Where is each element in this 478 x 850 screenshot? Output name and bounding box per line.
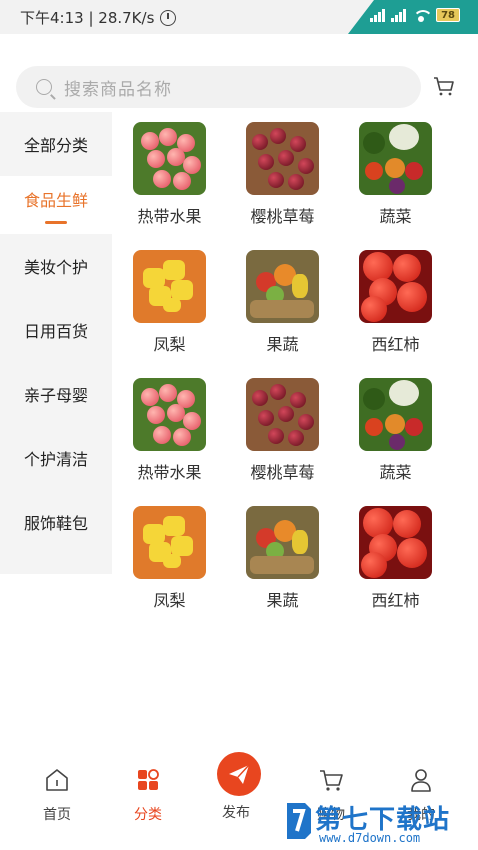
- home-icon: [46, 769, 68, 791]
- status-time: 下午4:13 | 28.7K/s: [20, 7, 177, 28]
- grid-item-tomato[interactable]: 西红柿: [339, 250, 452, 358]
- tomato-image: [359, 250, 432, 323]
- pineapple-image: [133, 250, 206, 323]
- status-bar: 下午4:13 | 28.7K/s 78: [0, 0, 478, 34]
- pineapple-image: [133, 506, 206, 579]
- sidebar-item-label: 服饰鞋包: [23, 514, 88, 533]
- status-indicators: 78: [370, 8, 460, 22]
- grid-item-label: 蔬菜: [379, 463, 412, 482]
- grid-item-tomato[interactable]: 西红柿: [339, 506, 452, 614]
- grid-item-tropical-fruit[interactable]: 热带水果: [113, 378, 226, 486]
- grid-item-pineapple[interactable]: 凤梨: [113, 506, 226, 614]
- user-icon: [411, 769, 431, 792]
- publish-button[interactable]: [217, 752, 261, 796]
- sidebar-item-label: 美妆个护: [23, 258, 88, 277]
- sidebar-item-label: 亲子母婴: [23, 386, 88, 405]
- watermark-logo-icon: [287, 803, 311, 839]
- grid-item-vegetables[interactable]: 蔬菜: [339, 122, 452, 230]
- grid-item-label: 热带水果: [137, 463, 202, 482]
- category-icon: [138, 769, 159, 790]
- lychee-image: [133, 122, 206, 195]
- subcategory-grid: 热带水果 樱桃草莓 蔬菜 凤梨 果蔬 西红柿 热带水果 樱桃草莓 蔬菜 凤梨 果…: [113, 122, 453, 614]
- fruit-basket-image: [246, 506, 319, 579]
- lychee-image: [133, 378, 206, 451]
- status-time-text: 下午4:13 | 28.7K/s: [20, 9, 155, 27]
- paper-plane-icon: [229, 764, 250, 784]
- grid-item-label: 凤梨: [153, 335, 186, 354]
- nav-category-label: 分类: [134, 807, 162, 823]
- site-watermark: 第七下载站 www.d7down.com: [283, 795, 478, 850]
- battery-icon: 78: [436, 8, 460, 22]
- nav-home[interactable]: 首页: [22, 766, 92, 824]
- grid-item-label: 凤梨: [153, 591, 186, 610]
- grid-item-pineapple[interactable]: 凤梨: [113, 250, 226, 358]
- grid-item-label: 樱桃草莓: [250, 207, 315, 226]
- grid-item-label: 果蔬: [266, 335, 299, 354]
- grid-item-label: 西红柿: [371, 335, 420, 354]
- cart-icon[interactable]: [432, 74, 456, 98]
- cart-icon: [320, 770, 343, 791]
- fruit-basket-image: [246, 250, 319, 323]
- grid-item-tropical-fruit[interactable]: 热带水果: [113, 122, 226, 230]
- alarm-icon: [160, 9, 177, 26]
- grid-item-label: 蔬菜: [379, 207, 412, 226]
- sidebar-item-label: 日用百货: [23, 322, 88, 341]
- sidebar-item-label: 个护清洁: [23, 450, 88, 469]
- sidebar-item-daily[interactable]: 日用百货: [0, 298, 112, 362]
- sidebar-item-beauty[interactable]: 美妆个护: [0, 234, 112, 298]
- cherry-image: [246, 122, 319, 195]
- grid-item-label: 果蔬: [266, 591, 299, 610]
- search-icon: [36, 79, 52, 95]
- grid-item-fruit-veg[interactable]: 果蔬: [226, 506, 339, 614]
- sidebar-item-fresh-food[interactable]: 食品生鲜: [0, 176, 112, 234]
- wifi-icon: [412, 8, 431, 22]
- sidebar-item-apparel[interactable]: 服饰鞋包: [0, 490, 112, 554]
- sidebar-item-label: 全部分类: [23, 136, 88, 155]
- sidebar-item-label: 食品生鲜: [23, 190, 88, 210]
- grid-item-fruit-veg[interactable]: 果蔬: [226, 250, 339, 358]
- publish-label: 发布: [222, 805, 250, 821]
- search-placeholder: 搜索商品名称: [64, 79, 172, 100]
- grid-item-label: 热带水果: [137, 207, 202, 226]
- tomato-image: [359, 506, 432, 579]
- vegetables-image: [359, 378, 432, 451]
- sidebar-item-baby[interactable]: 亲子母婴: [0, 362, 112, 426]
- grid-item-vegetables[interactable]: 蔬菜: [339, 378, 452, 486]
- signal-icon: [391, 8, 407, 22]
- signal-icon: [370, 8, 386, 22]
- grid-item-label: 樱桃草莓: [250, 463, 315, 482]
- nav-category[interactable]: 分类: [113, 766, 183, 824]
- search-input[interactable]: 搜索商品名称: [16, 66, 421, 108]
- watermark-url: www.d7down.com: [319, 831, 421, 845]
- vegetables-image: [359, 122, 432, 195]
- category-sidebar: 全部分类 食品生鲜 美妆个护 日用百货 亲子母婴 个护清洁 服饰鞋包: [0, 112, 112, 574]
- sidebar-item-cleaning[interactable]: 个护清洁: [0, 426, 112, 490]
- cherry-image: [246, 378, 319, 451]
- nav-home-label: 首页: [43, 807, 71, 823]
- active-indicator: [45, 220, 67, 224]
- grid-item-cherry-strawberry[interactable]: 樱桃草莓: [226, 122, 339, 230]
- grid-item-label: 西红柿: [371, 591, 420, 610]
- grid-item-cherry-strawberry[interactable]: 樱桃草莓: [226, 378, 339, 486]
- sidebar-item-all[interactable]: 全部分类: [0, 112, 112, 176]
